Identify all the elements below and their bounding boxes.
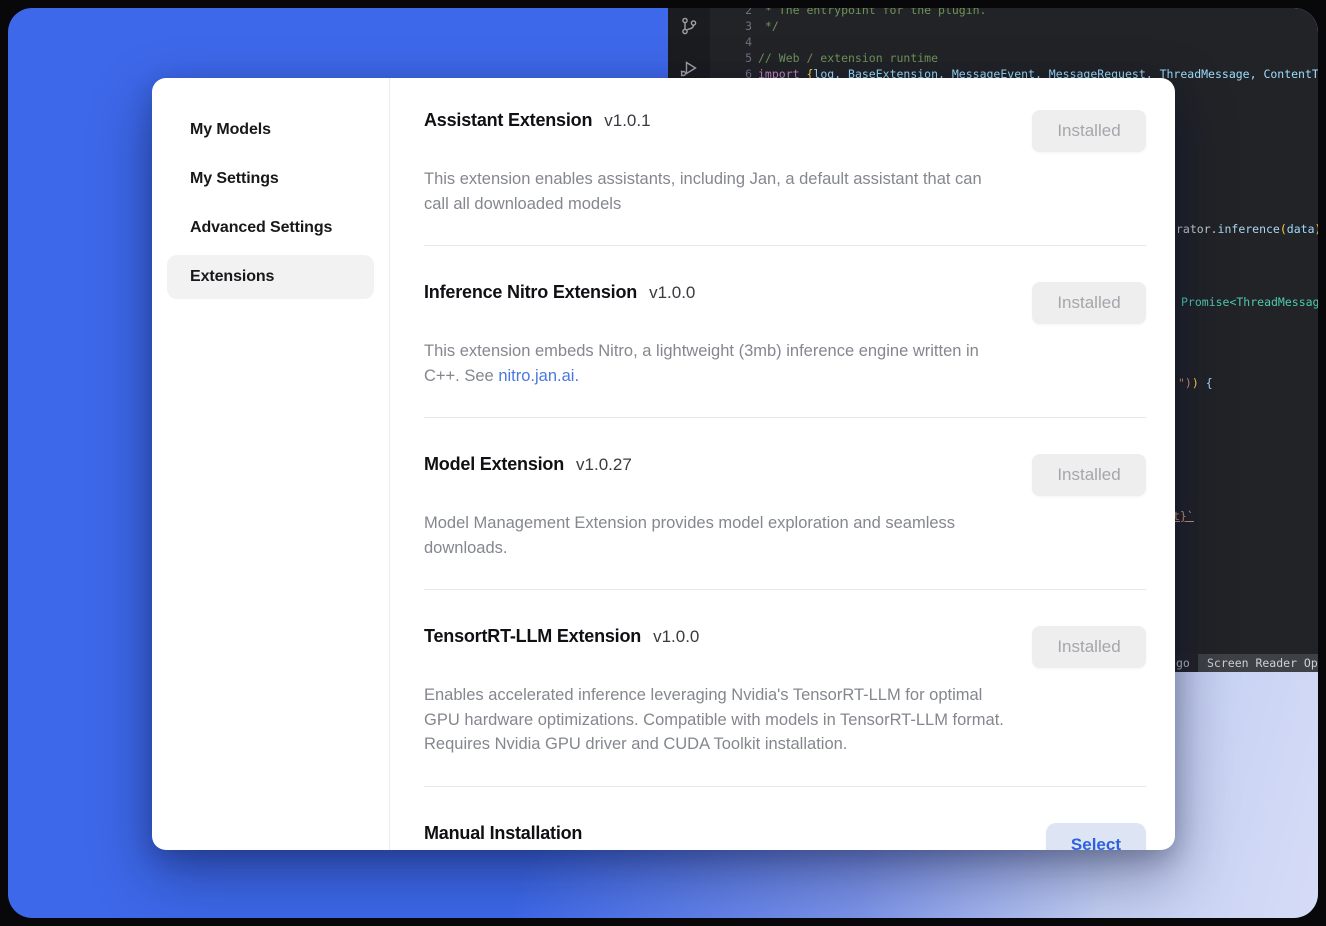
manual-installation-title: Manual Installation <box>424 823 582 844</box>
code-paren: ( <box>1280 222 1287 236</box>
extension-description: This extension enables assistants, inclu… <box>424 167 1006 216</box>
line-number: 2 <box>710 8 752 18</box>
code-line: 3 */ <box>710 18 779 34</box>
installed-button[interactable]: Installed <box>1032 282 1146 324</box>
code-line: 2 * The entrypoint for the plugin. <box>710 8 986 18</box>
extension-row-nitro: Inference Nitro Extension v1.0.0 Install… <box>424 246 1146 418</box>
code-fragment: Promise<ThreadMessage> <box>1181 294 1318 310</box>
settings-sidebar: My Models My Settings Advanced Settings … <box>152 78 390 850</box>
code-text: rator. <box>1176 222 1218 236</box>
select-file-button[interactable]: Select <box>1046 823 1146 851</box>
code-paren: ) <box>1192 376 1206 390</box>
app-window: 2 * The entrypoint for the plugin. 3 */ … <box>8 8 1318 918</box>
extension-description: This extension embeds Nitro, a lightweig… <box>424 339 1006 388</box>
code-method: inference <box>1218 222 1280 236</box>
extension-name: TensortRT-LLM Extension <box>424 626 641 647</box>
code-template-string: t}` <box>1173 509 1194 523</box>
code-paren: )); <box>1315 222 1319 236</box>
extension-version: v1.0.27 <box>576 455 632 475</box>
sidebar-item-advanced-settings[interactable]: Advanced Settings <box>167 206 374 250</box>
line-number: 3 <box>710 18 752 34</box>
nitro-jan-ai-link[interactable]: nitro.jan.ai. <box>498 367 579 385</box>
installed-button[interactable]: Installed <box>1032 626 1146 668</box>
code-brace: { <box>1206 376 1213 390</box>
extension-row-tensorrt: TensortRT-LLM Extension v1.0.0 Installed… <box>424 590 1146 787</box>
status-item-screen-reader[interactable]: Screen Reader Optimized <box>1198 654 1318 672</box>
extension-version: v1.0.1 <box>604 111 650 131</box>
code-comment: * The entrypoint for the plugin. <box>758 8 986 17</box>
code-line: 4 <box>710 34 752 50</box>
sidebar-item-extensions[interactable]: Extensions <box>167 255 374 299</box>
installed-button[interactable]: Installed <box>1032 454 1146 496</box>
manual-installation-row: Manual Installation Select Select an ext… <box>424 787 1146 851</box>
sidebar-item-my-settings[interactable]: My Settings <box>167 157 374 201</box>
run-debug-icon[interactable] <box>679 58 699 78</box>
settings-modal: My Models My Settings Advanced Settings … <box>152 78 1175 850</box>
code-comment: // Web / extension runtime <box>758 51 938 65</box>
code-fragment: rator.inference(data)); <box>1176 221 1318 237</box>
extension-version: v1.0.0 <box>653 627 699 647</box>
code-fragment: t}` <box>1173 508 1194 524</box>
extension-name: Inference Nitro Extension <box>424 282 637 303</box>
code-arg: data <box>1287 222 1315 236</box>
extension-name: Assistant Extension <box>424 110 592 131</box>
extension-name: Model Extension <box>424 454 564 475</box>
code-line: 5 // Web / extension runtime <box>710 50 938 66</box>
sidebar-item-my-models[interactable]: My Models <box>167 108 374 152</box>
status-item[interactable]: go <box>1176 656 1190 670</box>
line-number: 5 <box>710 50 752 66</box>
code-type: Promise<ThreadMessage> <box>1181 295 1318 309</box>
extension-row-model: Model Extension v1.0.27 Installed Model … <box>424 418 1146 590</box>
extensions-list: Assistant Extension v1.0.1 Installed Thi… <box>390 78 1175 850</box>
extension-version: v1.0.0 <box>649 283 695 303</box>
source-control-icon[interactable] <box>679 16 699 36</box>
extension-row-assistant: Assistant Extension v1.0.1 Installed Thi… <box>424 110 1146 246</box>
extension-description: Model Management Extension provides mode… <box>424 511 1006 560</box>
line-number: 4 <box>710 34 752 50</box>
code-string: ") <box>1178 376 1192 390</box>
code-fragment: ")) { <box>1178 375 1213 391</box>
installed-button[interactable]: Installed <box>1032 110 1146 152</box>
screenshot-canvas: 2 * The entrypoint for the plugin. 3 */ … <box>0 0 1326 926</box>
code-comment: */ <box>758 19 779 33</box>
extension-description: Enables accelerated inference leveraging… <box>424 683 1006 757</box>
